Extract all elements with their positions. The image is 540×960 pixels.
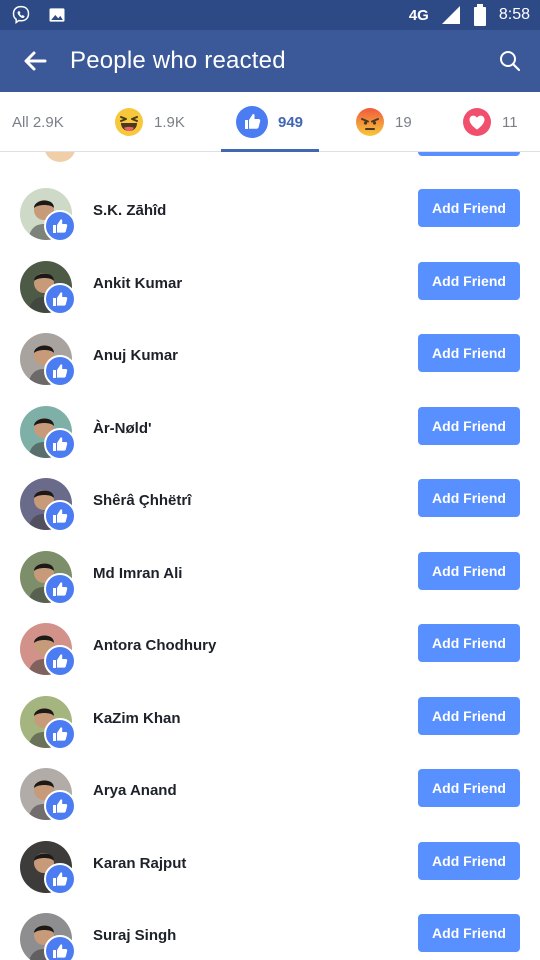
avatar-container[interactable]	[20, 478, 78, 536]
add-friend-button[interactable]: Add Friend	[418, 189, 520, 227]
page-title: People who reacted	[70, 47, 286, 74]
like-badge-icon	[44, 427, 76, 460]
add-friend-button[interactable]: Add Friend	[418, 624, 520, 662]
add-friend-button[interactable]	[418, 152, 520, 156]
list-item: S.K. Zāhîd Add Friend	[0, 188, 540, 261]
tab-like[interactable]: 949	[236, 92, 303, 152]
like-badge-icon	[44, 717, 76, 750]
tab-love[interactable]: 11	[462, 92, 518, 152]
person-name[interactable]: Arya Anand	[93, 782, 177, 799]
tab-haha-count: 1.9K	[154, 113, 185, 131]
list-item: Suraj Singh Add Friend	[0, 913, 540, 960]
avatar-container[interactable]	[20, 623, 78, 681]
add-friend-button[interactable]: Add Friend	[418, 696, 520, 735]
signal-icon	[441, 6, 460, 24]
person-name[interactable]: Md Imran Ali	[93, 565, 182, 582]
like-badge-icon	[44, 572, 76, 605]
search-button[interactable]	[480, 30, 540, 92]
person-name[interactable]: Ankit Kumar	[93, 275, 182, 292]
avatar-container[interactable]	[20, 333, 78, 391]
like-badge-icon	[44, 355, 76, 387]
person-name[interactable]: KaZim Khan	[93, 710, 181, 727]
list-item: Arya Anand Add Friend	[0, 768, 540, 841]
like-badge-icon	[44, 645, 76, 677]
like-badge-icon	[44, 210, 76, 242]
tab-angry[interactable]: 19	[355, 92, 412, 152]
person-name[interactable]: Antora Chodhury	[93, 637, 216, 654]
avatar-container[interactable]	[20, 550, 78, 609]
tab-all-label: All 2.9K	[12, 113, 64, 131]
like-badge-icon	[44, 282, 76, 315]
viber-icon	[12, 5, 30, 25]
list-item: KaZim Khan Add Friend	[0, 695, 540, 769]
like-badge-icon	[44, 862, 76, 895]
list-item: Àr-Nøld' Add Friend	[0, 405, 540, 479]
network-type: 4G	[408, 6, 429, 24]
list-item: Anuj Kumar Add Friend	[0, 333, 540, 406]
like-badge-icon	[44, 790, 76, 822]
avatar-container[interactable]	[20, 405, 78, 464]
app-bar: People who reacted	[0, 30, 540, 92]
add-friend-button[interactable]: Add Friend	[418, 406, 520, 445]
angry-emoji-icon	[356, 108, 384, 136]
status-bar: 4G 8:58	[0, 0, 540, 30]
tab-angry-count: 19	[395, 113, 412, 131]
tab-haha[interactable]: 1.9K	[114, 92, 185, 152]
like-icon	[236, 106, 268, 138]
add-friend-button[interactable]: Add Friend	[418, 914, 520, 952]
add-friend-button[interactable]: Add Friend	[418, 769, 520, 807]
list-item: Ankit Kumar Add Friend	[0, 260, 540, 334]
battery-icon	[473, 4, 486, 26]
add-friend-button[interactable]: Add Friend	[418, 841, 520, 880]
people-list[interactable]: S.K. Zāhîd Add Friend Ankit Kumar Add Fr…	[0, 152, 540, 960]
add-friend-button[interactable]: Add Friend	[418, 334, 520, 372]
like-badge-icon	[44, 500, 76, 532]
haha-emoji-icon	[115, 108, 143, 136]
tab-all[interactable]: All 2.9K	[12, 92, 64, 152]
add-friend-button[interactable]: Add Friend	[418, 479, 520, 517]
love-icon	[463, 108, 491, 136]
arrow-left-icon	[24, 51, 47, 71]
avatar-container[interactable]	[20, 840, 78, 899]
clock: 8:58	[498, 6, 530, 23]
list-item: Shêrâ Çhhëtrî Add Friend	[0, 478, 540, 551]
search-icon	[500, 51, 521, 72]
person-name[interactable]: S.K. Zāhîd	[93, 202, 166, 219]
avatar-container[interactable]	[20, 260, 78, 319]
avatar	[44, 152, 76, 162]
add-friend-button[interactable]: Add Friend	[418, 261, 520, 300]
person-name[interactable]: Àr-Nøld'	[93, 420, 152, 437]
list-item	[0, 152, 540, 162]
tab-love-count: 11	[502, 113, 518, 131]
person-name[interactable]: Karan Rajput	[93, 855, 186, 872]
tab-like-count: 949	[278, 113, 304, 131]
add-friend-button[interactable]: Add Friend	[418, 551, 520, 590]
person-name[interactable]: Shêrâ Çhhëtrî	[93, 492, 191, 509]
person-name[interactable]: Suraj Singh	[93, 927, 176, 944]
list-item: Antora Chodhury Add Friend	[0, 623, 540, 696]
list-item: Md Imran Ali Add Friend	[0, 550, 540, 624]
avatar-container[interactable]	[20, 695, 78, 754]
reaction-tabs: All 2.9K 1.9K 949 19 11	[0, 92, 540, 152]
like-badge-icon	[44, 935, 76, 960]
avatar-container[interactable]	[20, 188, 78, 246]
gallery-icon	[49, 8, 65, 22]
list-item: Karan Rajput Add Friend	[0, 840, 540, 914]
person-name[interactable]: Anuj Kumar	[93, 347, 178, 364]
avatar-container[interactable]	[20, 913, 78, 960]
avatar-container[interactable]	[20, 768, 78, 826]
back-button[interactable]	[0, 30, 70, 92]
